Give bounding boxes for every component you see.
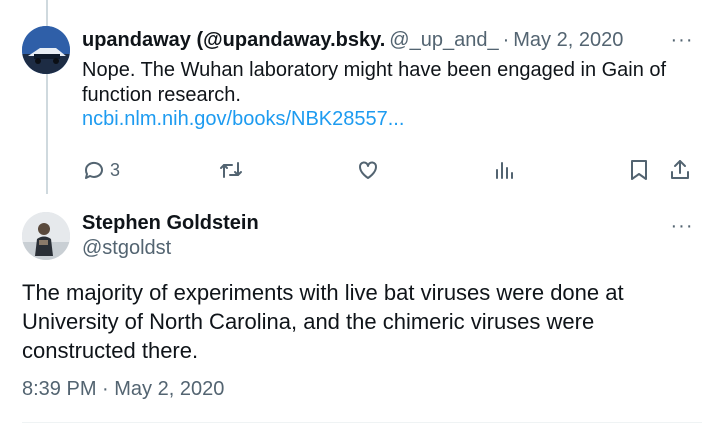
reply-handle[interactable]: @_up_and_ <box>389 29 498 52</box>
more-icon[interactable]: ··· <box>668 29 696 51</box>
views-icon <box>492 158 516 182</box>
avatar[interactable] <box>22 212 70 260</box>
divider <box>22 422 702 423</box>
reply-text: Nope. The Wuhan laboratory might have be… <box>82 59 667 106</box>
retweet-icon <box>218 158 244 182</box>
reply-icon <box>82 158 106 182</box>
reply-date[interactable]: May 2, 2020 <box>513 29 623 52</box>
like-icon <box>356 158 380 182</box>
share-button[interactable] <box>668 155 692 185</box>
more-icon[interactable]: ··· <box>668 215 696 237</box>
avatar[interactable] <box>22 26 70 74</box>
reply-separator: · <box>502 28 510 51</box>
reply-button[interactable]: 3 <box>82 155 120 185</box>
reply-display-name[interactable]: upandaway (@upandaway.bsky. <box>82 29 385 52</box>
bookmark-icon <box>628 158 650 182</box>
like-button[interactable] <box>356 155 384 185</box>
main-display-name[interactable]: Stephen Goldstein <box>82 212 259 235</box>
reply-link[interactable]: ncbi.nlm.nih.gov/books/NBK28557... <box>82 107 404 132</box>
reply-header: upandaway (@upandaway.bsky. @_up_and_ · … <box>82 27 682 53</box>
reply-tweet[interactable]: upandaway (@upandaway.bsky. @_up_and_ · … <box>0 0 720 200</box>
bookmark-button[interactable] <box>628 155 650 185</box>
reply-action-bar: 3 <box>82 155 702 185</box>
reply-count: 3 <box>110 159 121 180</box>
tweet-timestamp[interactable]: 8:39 PM · May 2, 2020 <box>22 378 224 401</box>
retweet-button[interactable] <box>218 155 248 185</box>
main-tweet: Stephen Goldstein @stgoldst ··· The majo… <box>0 200 720 426</box>
share-icon <box>668 158 692 182</box>
main-tweet-text: The majority of experiments with live ba… <box>22 280 624 363</box>
main-handle[interactable]: @stgoldst <box>82 237 171 260</box>
views-button[interactable] <box>492 155 516 185</box>
